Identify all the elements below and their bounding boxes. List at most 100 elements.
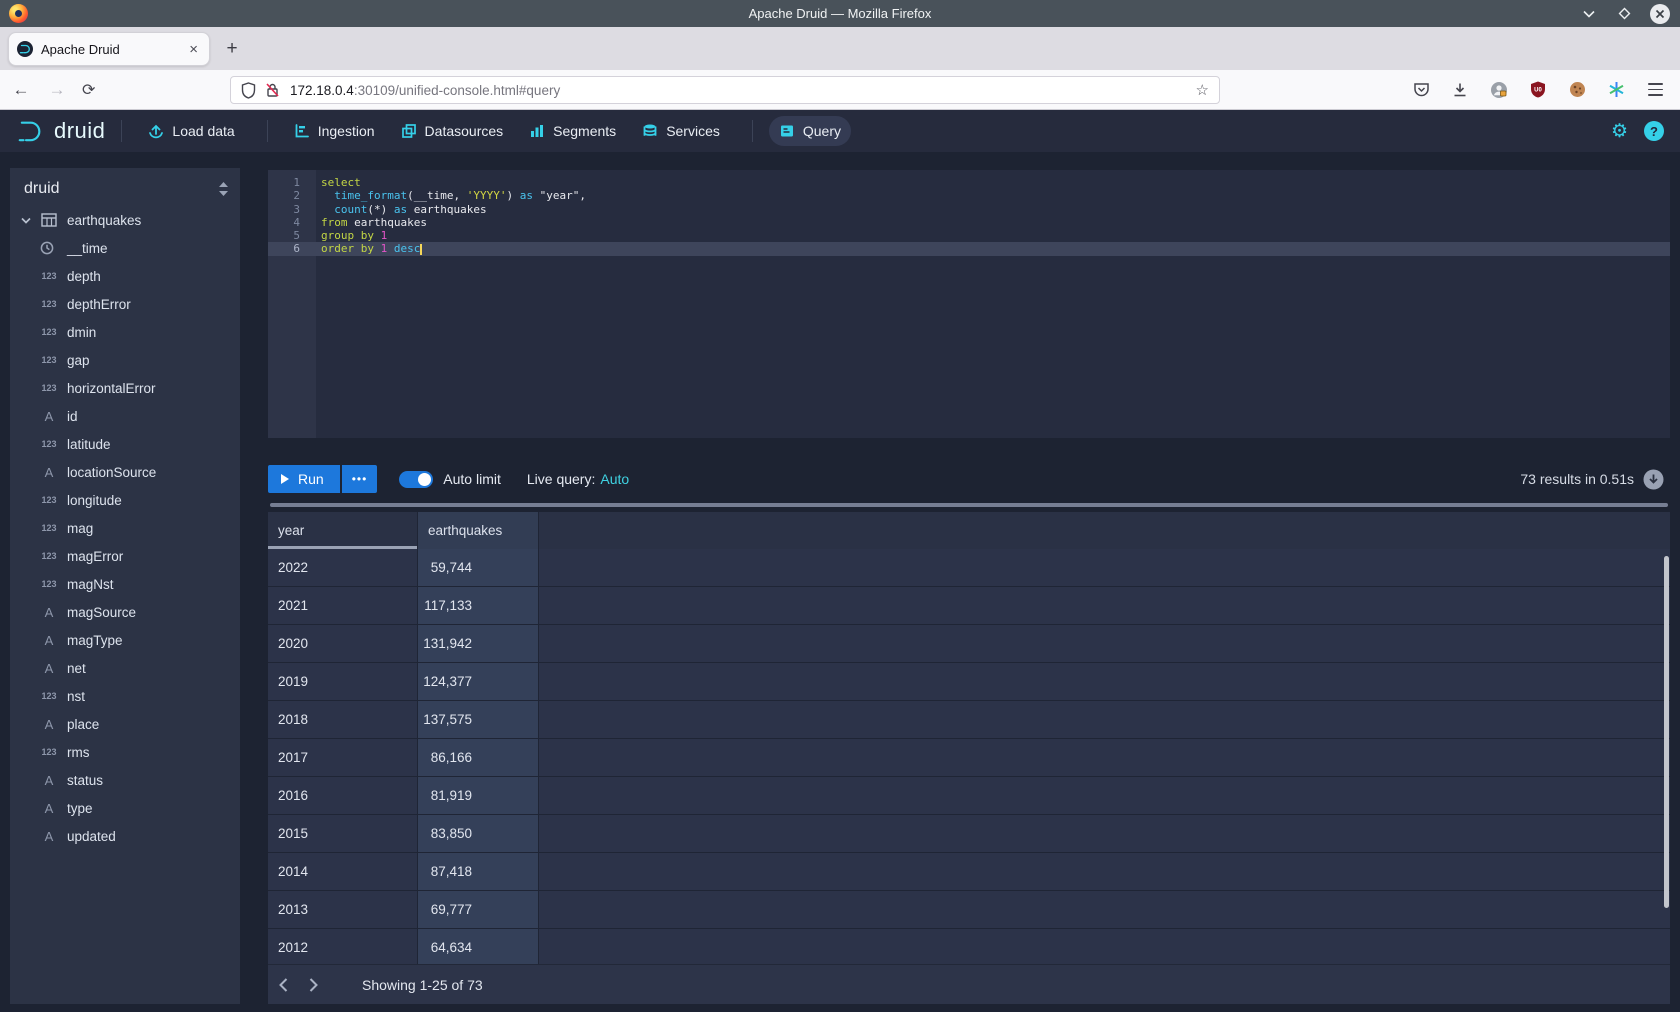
- cell-year[interactable]: 2014: [268, 853, 418, 890]
- account-extension-icon[interactable]: [1486, 77, 1512, 103]
- column-header-earthquakes[interactable]: earthquakes: [418, 512, 539, 549]
- column-item-latitude[interactable]: 123latitude: [10, 430, 240, 458]
- ublock-origin-icon[interactable]: U0: [1525, 77, 1551, 103]
- multi-account-containers-icon[interactable]: [1603, 77, 1629, 103]
- nav-datasources[interactable]: Datasources: [391, 116, 514, 146]
- auto-limit-toggle[interactable]: [399, 471, 433, 488]
- column-item-dmin[interactable]: 123dmin: [10, 318, 240, 346]
- bookmark-star-icon[interactable]: ☆: [1196, 81, 1209, 99]
- column-item-rms[interactable]: 123rms: [10, 738, 240, 766]
- forward-icon[interactable]: →: [46, 80, 68, 100]
- gear-icon[interactable]: ⚙: [1611, 120, 1628, 143]
- cookie-extension-icon[interactable]: [1564, 77, 1590, 103]
- menu-icon[interactable]: [1642, 77, 1668, 103]
- reload-icon[interactable]: ⟳: [82, 80, 95, 100]
- editor-line-2[interactable]: 2 time_format(__time, 'YYYY') as "year",: [268, 189, 1670, 202]
- column-item-__time[interactable]: __time: [10, 234, 240, 262]
- nav-services[interactable]: Services: [632, 116, 730, 146]
- cell-earthquakes[interactable]: 83,850: [418, 815, 539, 852]
- lock-disabled-icon[interactable]: [265, 82, 280, 98]
- column-item-locationSource[interactable]: AlocationSource: [10, 458, 240, 486]
- druid-logo-icon[interactable]: [16, 116, 46, 146]
- cell-earthquakes[interactable]: 81,919: [418, 777, 539, 814]
- cell-earthquakes[interactable]: 131,942: [418, 625, 539, 662]
- editor-line-3[interactable]: 3 count(*) as earthquakes: [268, 203, 1670, 216]
- cell-year[interactable]: 2021: [268, 587, 418, 624]
- download-results-icon[interactable]: [1643, 469, 1664, 490]
- maximize-icon[interactable]: [1615, 5, 1633, 23]
- cell-earthquakes[interactable]: 64,634: [418, 929, 539, 964]
- window-title: Apache Druid — Mozilla Firefox: [0, 6, 1680, 21]
- cell-earthquakes[interactable]: 86,166: [418, 739, 539, 776]
- shield-icon[interactable]: [241, 82, 256, 99]
- column-item-gap[interactable]: 123gap: [10, 346, 240, 374]
- cell-year[interactable]: 2017: [268, 739, 418, 776]
- chevron-down-icon[interactable]: [18, 217, 34, 224]
- vertical-scrollbar[interactable]: [1664, 556, 1669, 908]
- column-item-mag[interactable]: 123mag: [10, 514, 240, 542]
- editor-line-6[interactable]: 6order by 1 desc: [268, 242, 1670, 255]
- query-view: 1select2 time_format(__time, 'YYYY') as …: [268, 168, 1670, 1004]
- results-table: year earthquakes 202259,7442021117,13320…: [268, 512, 1670, 1004]
- column-item-depth[interactable]: 123depth: [10, 262, 240, 290]
- downloads-icon[interactable]: [1447, 77, 1473, 103]
- new-tab-button[interactable]: +: [218, 35, 246, 63]
- cell-year[interactable]: 2018: [268, 701, 418, 738]
- column-item-id[interactable]: Aid: [10, 402, 240, 430]
- nav-ingestion[interactable]: Ingestion: [284, 116, 385, 146]
- nav-query[interactable]: Query: [769, 116, 851, 146]
- cell-year[interactable]: 2015: [268, 815, 418, 852]
- editor-line-1[interactable]: 1select: [268, 176, 1670, 189]
- column-item-horizontalError[interactable]: 123horizontalError: [10, 374, 240, 402]
- cell-earthquakes[interactable]: 124,377: [418, 663, 539, 700]
- column-item-status[interactable]: Astatus: [10, 766, 240, 794]
- cell-year[interactable]: 2019: [268, 663, 418, 700]
- table-item-earthquakes[interactable]: earthquakes: [10, 206, 240, 234]
- column-item-depthError[interactable]: 123depthError: [10, 290, 240, 318]
- cell-earthquakes[interactable]: 87,418: [418, 853, 539, 890]
- column-item-place[interactable]: Aplace: [10, 710, 240, 738]
- editor-line-5[interactable]: 5group by 1: [268, 229, 1670, 242]
- horizontal-scrollbar[interactable]: [270, 503, 1668, 507]
- run-button[interactable]: Run: [268, 465, 340, 493]
- cell-year[interactable]: 2020: [268, 625, 418, 662]
- column-item-net[interactable]: Anet: [10, 654, 240, 682]
- cell-year[interactable]: 2013: [268, 891, 418, 928]
- browser-tab[interactable]: Apache Druid ×: [8, 32, 210, 66]
- live-query-value[interactable]: Auto: [600, 471, 629, 487]
- cell-earthquakes[interactable]: 137,575: [418, 701, 539, 738]
- previous-page-icon[interactable]: [268, 978, 298, 992]
- cell-year[interactable]: 2016: [268, 777, 418, 814]
- number-type-icon: 123: [40, 579, 58, 589]
- editor-line-4[interactable]: 4from earthquakes: [268, 216, 1670, 229]
- sql-editor[interactable]: 1select2 time_format(__time, 'YYYY') as …: [268, 170, 1670, 438]
- cell-earthquakes[interactable]: 117,133: [418, 587, 539, 624]
- help-icon[interactable]: ?: [1644, 121, 1664, 141]
- cell-earthquakes[interactable]: 69,777: [418, 891, 539, 928]
- column-item-type[interactable]: Atype: [10, 794, 240, 822]
- cell-year[interactable]: 2012: [268, 929, 418, 964]
- column-header-year[interactable]: year: [268, 512, 418, 549]
- close-icon[interactable]: [1650, 4, 1670, 24]
- column-item-magNst[interactable]: 123magNst: [10, 570, 240, 598]
- nav-load-data[interactable]: Load data: [138, 116, 244, 146]
- column-item-updated[interactable]: Aupdated: [10, 822, 240, 850]
- segments-icon: [529, 123, 545, 139]
- pocket-icon[interactable]: [1408, 77, 1434, 103]
- column-item-longitude[interactable]: 123longitude: [10, 486, 240, 514]
- column-item-nst[interactable]: 123nst: [10, 682, 240, 710]
- run-more-button[interactable]: •••: [342, 465, 378, 493]
- column-item-magError[interactable]: 123magError: [10, 542, 240, 570]
- column-item-magType[interactable]: AmagType: [10, 626, 240, 654]
- next-page-icon[interactable]: [298, 978, 328, 992]
- sort-columns-icon[interactable]: [219, 182, 228, 196]
- minimize-icon[interactable]: [1580, 5, 1598, 23]
- tab-close-icon[interactable]: ×: [186, 41, 201, 58]
- cell-year[interactable]: 2022: [268, 549, 418, 586]
- cell-earthquakes[interactable]: 59,744: [418, 549, 539, 586]
- back-icon[interactable]: ←: [10, 80, 32, 100]
- url-bar[interactable]: 172.18.0.4:30109/unified-console.html#qu…: [230, 76, 1220, 104]
- column-item-magSource[interactable]: AmagSource: [10, 598, 240, 626]
- nav-segments[interactable]: Segments: [519, 116, 626, 146]
- druid-wordmark[interactable]: druid: [54, 118, 105, 144]
